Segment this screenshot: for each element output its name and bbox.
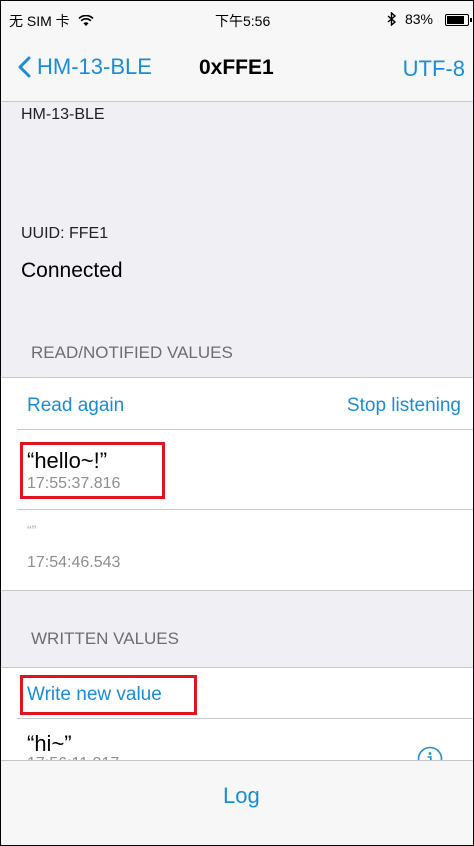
highlight-box	[20, 442, 165, 499]
navigation-bar: HM-13-BLE 0xFFE1 UTF-8	[1, 39, 473, 102]
timestamp: 17:54:46.543	[27, 554, 121, 571]
device-name: HM-13-BLE	[21, 106, 105, 123]
status-time: 下午5:56	[215, 13, 271, 29]
written-section-header: WRITTEN VALUES	[31, 629, 179, 648]
battery-fill	[447, 16, 464, 24]
page-title: 0xFFE1	[199, 56, 274, 79]
bluetooth-icon	[387, 11, 397, 27]
read-again-button[interactable]: Read again	[27, 395, 124, 417]
back-button[interactable]: HM-13-BLE	[17, 54, 152, 80]
read-section-header: READ/NOTIFIED VALUES	[31, 343, 233, 362]
wifi-icon	[78, 14, 94, 26]
stop-listening-button[interactable]: Stop listening	[347, 395, 461, 417]
status-bar: 无 SIM 卡 下午5:56 83%	[1, 1, 473, 39]
value-text: “”	[27, 522, 37, 538]
chevron-left-icon	[18, 56, 31, 78]
connection-status: Connected	[21, 259, 123, 282]
bottom-toolbar: Log	[1, 760, 473, 845]
uuid-label: UUID: FFE1	[21, 225, 109, 242]
highlight-box	[20, 675, 197, 715]
battery-icon	[445, 14, 472, 26]
app-screen: 无 SIM 卡 下午5:56 83% HM-13-BLE 0xFFE1 UTF-…	[0, 0, 474, 846]
carrier-label: 无 SIM 卡	[9, 11, 94, 31]
list-item[interactable]: “” 17:54:46.543	[1, 510, 473, 590]
encoding-button[interactable]: UTF-8	[403, 56, 465, 82]
battery-percent: 83%	[404, 11, 433, 27]
carrier-text: 无 SIM 卡	[9, 13, 70, 29]
status-right: 83%	[387, 11, 433, 27]
value-text: “hi~”	[27, 731, 72, 756]
log-button[interactable]: Log	[223, 783, 260, 809]
back-label: HM-13-BLE	[37, 54, 152, 79]
